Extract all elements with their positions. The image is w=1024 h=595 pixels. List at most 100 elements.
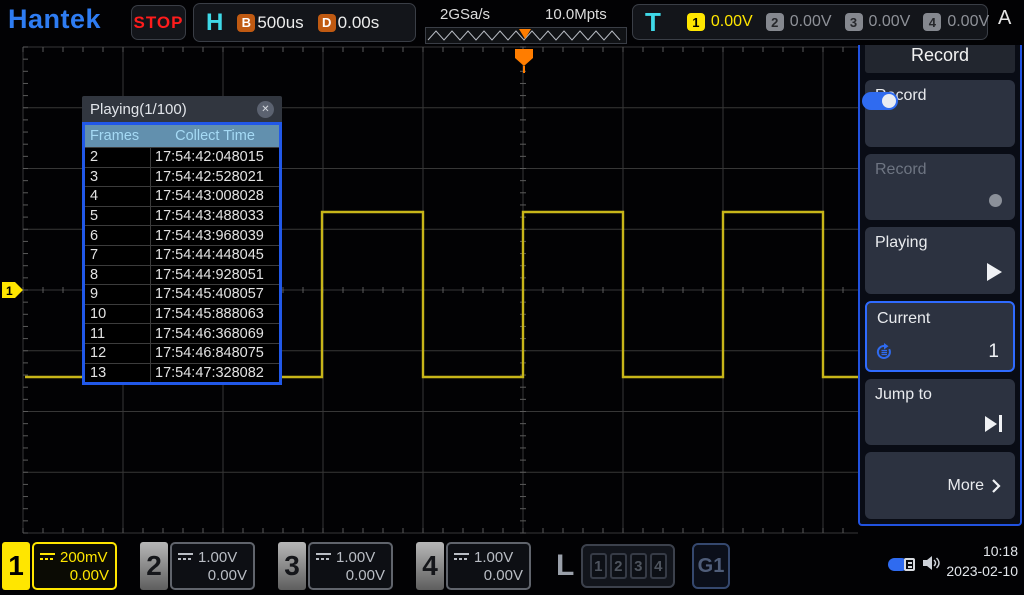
- ch2-offset: 0.00V: [178, 567, 247, 584]
- channel-1-readout: 200mV 0.00V: [32, 542, 117, 590]
- clock-date: 2023-02-10: [946, 563, 1018, 579]
- clock-time: 10:18: [983, 543, 1018, 559]
- frame-number-cell: 10: [85, 305, 151, 324]
- table-row: 217:54:42:048015: [85, 147, 279, 167]
- dc-coupling-icon: [316, 552, 331, 562]
- table-row: 1017:54:45:888063: [85, 304, 279, 324]
- top-status-bar: Hantek STOP H B 500us D 0.00s 2GSa/s 10.…: [0, 0, 1024, 45]
- sample-rate: 2GSa/s: [440, 6, 490, 23]
- menu-item-record-start[interactable]: Record: [865, 154, 1015, 221]
- channel-2-control[interactable]: 2 1.00V 0.00V: [140, 542, 255, 590]
- logic-analyzer-control[interactable]: L 1 2 3 4: [556, 542, 675, 590]
- memory-waveform-preview: [426, 28, 626, 43]
- digital-ch3: 3: [630, 553, 647, 579]
- ch1-offset: 0.00V: [40, 567, 109, 584]
- ch2-trigger-level: 0.00V: [790, 13, 832, 31]
- run-state-label: STOP: [134, 13, 184, 33]
- frame-number-cell: 3: [85, 168, 151, 187]
- trigger-label: T: [645, 7, 661, 38]
- ch3-scale: 1.00V: [336, 549, 375, 566]
- usb-device-icon: [888, 558, 915, 571]
- channel-4-control[interactable]: 4 1.00V 0.00V: [416, 542, 531, 590]
- collect-time-cell: 17:54:42:048015: [151, 148, 279, 167]
- menu-item-playing[interactable]: Playing: [865, 227, 1015, 294]
- menu-item-jump-to[interactable]: Jump to: [865, 379, 1015, 446]
- ch2-badge: 2: [766, 13, 784, 31]
- collect-time-cell: 17:54:44:928051: [151, 266, 279, 285]
- delay-badge: D: [318, 14, 336, 32]
- horizontal-label: H: [206, 9, 223, 37]
- timebase-value: 500us: [257, 13, 303, 33]
- ch4-badge: 4: [923, 13, 941, 31]
- menu-item-more[interactable]: More: [865, 452, 1015, 519]
- bottom-status-bar: 1 200mV 0.00V 2 1.00V 0.00V 3 1.00V 0.00…: [0, 537, 1024, 595]
- brand-logo: Hantek: [8, 4, 101, 35]
- collect-time-cell: 17:54:42:528021: [151, 168, 279, 187]
- menu-item-current[interactable]: Current 1: [865, 301, 1015, 372]
- menu-item-record-toggle[interactable]: Record: [865, 80, 1015, 147]
- frame-number-cell: 8: [85, 266, 151, 285]
- table-row: 617:54:43:968039: [85, 225, 279, 245]
- play-icon: [987, 263, 1002, 281]
- close-icon[interactable]: ✕: [257, 101, 274, 118]
- current-frame-value: 1: [988, 341, 999, 363]
- collect-time-cell: 17:54:45:888063: [151, 305, 279, 324]
- chevron-right-icon: [991, 478, 1001, 494]
- frame-number-cell: 12: [85, 344, 151, 363]
- table-row: 817:54:44:928051: [85, 265, 279, 285]
- collect-time-cell: 17:54:43:968039: [151, 226, 279, 245]
- trigger-mode-indicator: A: [998, 7, 1011, 30]
- channel-2-readout: 1.00V 0.00V: [170, 542, 255, 590]
- memory-depth: 10.0Mpts: [545, 6, 607, 23]
- table-row: 1217:54:46:848075: [85, 343, 279, 363]
- speaker-icon[interactable]: [921, 555, 941, 571]
- dialog-title-bar: Playing(1/100) ✕: [82, 96, 282, 122]
- frames-table: Frames Collect Time 217:54:42:048015317:…: [82, 122, 282, 385]
- trigger-settings[interactable]: T 1 0.00V 2 0.00V 3 0.00V 4 0.00V: [632, 4, 988, 40]
- memory-position-bar: [425, 27, 627, 44]
- collect-time-column-header: Collect Time: [151, 128, 279, 144]
- channel-1-control[interactable]: 1 200mV 0.00V: [2, 542, 117, 590]
- frame-number-cell: 2: [85, 148, 151, 167]
- frames-column-header: Frames: [85, 128, 151, 144]
- digital-ch1: 1: [590, 553, 607, 579]
- trigger-source-ch4: 4 0.00V: [923, 13, 989, 31]
- table-header-row: Frames Collect Time: [85, 125, 279, 147]
- logic-channels-box: 1 2 3 4: [581, 544, 675, 588]
- ch1-badge: 1: [687, 13, 705, 31]
- dialog-title: Playing(1/100): [90, 101, 187, 118]
- run-state-button[interactable]: STOP: [131, 5, 186, 40]
- trigger-position-marker[interactable]: [515, 49, 533, 73]
- digital-ch4: 4: [650, 553, 667, 579]
- skip-to-end-icon: [985, 415, 1002, 432]
- ch3-badge: 3: [845, 13, 863, 31]
- frame-number-cell: 9: [85, 285, 151, 304]
- frame-number-cell: 13: [85, 364, 151, 383]
- ch2-scale: 1.00V: [198, 549, 237, 566]
- frame-number-cell: 5: [85, 207, 151, 226]
- generator-1-control[interactable]: G1: [692, 543, 730, 589]
- channel-3-control[interactable]: 3 1.00V 0.00V: [278, 542, 393, 590]
- dc-coupling-icon: [40, 552, 55, 562]
- collect-time-cell: 17:54:47:328082: [151, 364, 279, 383]
- playing-dialog[interactable]: Playing(1/100) ✕ Frames Collect Time 217…: [82, 96, 282, 385]
- ch1-trigger-level: 0.00V: [711, 13, 753, 31]
- collect-time-cell: 17:54:43:008028: [151, 187, 279, 206]
- knob-adjust-icon: [875, 343, 893, 361]
- ch1-ground-marker[interactable]: 1: [2, 282, 23, 298]
- digital-ch2: 2: [610, 553, 627, 579]
- svg-text:1: 1: [6, 284, 13, 298]
- dc-coupling-icon: [454, 552, 469, 562]
- record-menu: Record Record Record Playing Current 1 J…: [858, 30, 1022, 526]
- collect-time-cell: 17:54:44:448045: [151, 246, 279, 265]
- frame-number-cell: 6: [85, 226, 151, 245]
- horizontal-settings[interactable]: H B 500us D 0.00s: [193, 3, 416, 42]
- trigger-source-ch3: 3 0.00V: [845, 13, 911, 31]
- ch3-offset: 0.00V: [316, 567, 385, 584]
- ch1-scale: 200mV: [60, 549, 108, 566]
- ch4-scale: 1.00V: [474, 549, 513, 566]
- table-row: 717:54:44:448045: [85, 245, 279, 265]
- ch4-trigger-level: 0.00V: [947, 13, 989, 31]
- toggle-on-icon[interactable]: [862, 92, 898, 110]
- record-dot-icon: [989, 194, 1002, 207]
